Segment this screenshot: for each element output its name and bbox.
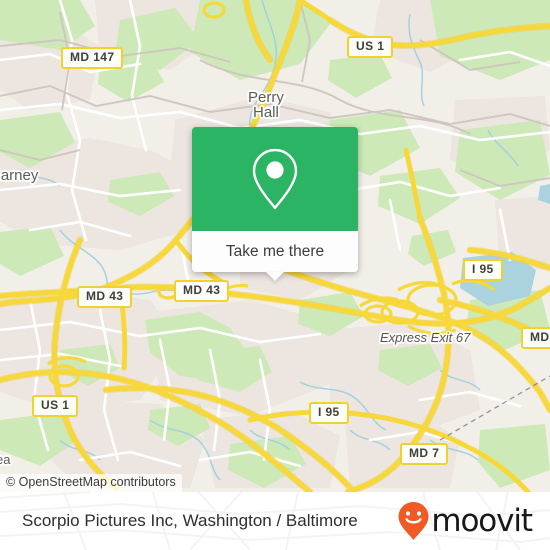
footer-location-title: Scorpio Pictures Inc, Washington / Balti… bbox=[22, 511, 358, 530]
callout-pin-area bbox=[192, 127, 358, 231]
take-me-there-label: Take me there bbox=[225, 242, 325, 260]
map-pin-icon bbox=[252, 148, 298, 210]
moovit-smiley-pin-icon bbox=[398, 502, 429, 540]
map-screenshot-root: Carney Perry Hall ea Express Exit 67 MD … bbox=[0, 0, 550, 550]
callout-action-area[interactable]: Take me there bbox=[192, 231, 358, 281]
moovit-logo[interactable]: moovit bbox=[397, 501, 533, 541]
footer-bar: Scorpio Pictures Inc, Washington / Balti… bbox=[0, 492, 550, 550]
callout-tail-arrow bbox=[266, 272, 284, 281]
osm-attribution[interactable]: © OpenStreetMap contributors bbox=[0, 474, 182, 492]
map-canvas[interactable]: Carney Perry Hall ea Express Exit 67 MD … bbox=[0, 0, 550, 492]
moovit-wordmark: moovit bbox=[431, 502, 533, 539]
destination-callout[interactable]: Take me there bbox=[192, 127, 358, 281]
